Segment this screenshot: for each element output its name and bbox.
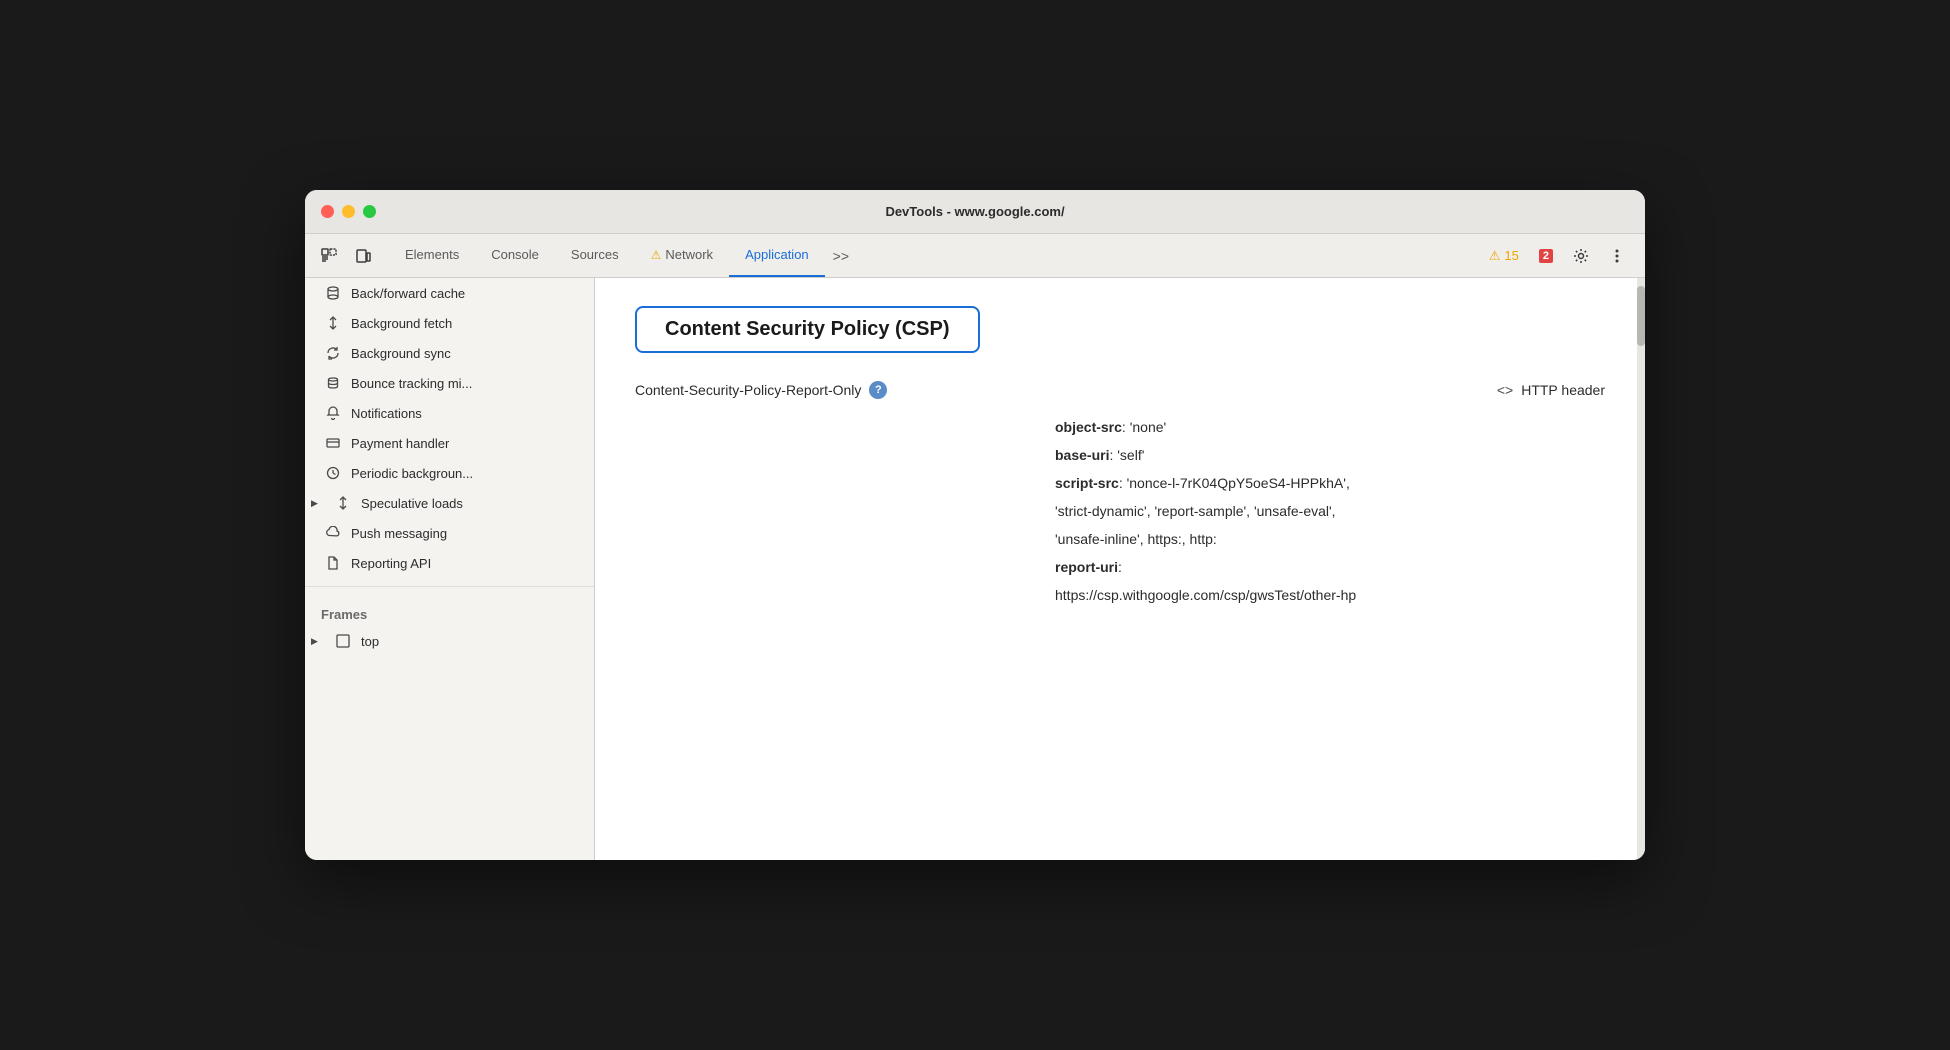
script-src-line: script-src: 'nonce-l-7rK04QpY5oeS4-HPPkh… xyxy=(1055,475,1605,491)
scrollbar-track xyxy=(1637,278,1645,860)
close-button[interactable] xyxy=(321,205,334,218)
sidebar-item-back-forward-cache[interactable]: Back/forward cache xyxy=(305,278,594,308)
arrows-updown-icon xyxy=(325,315,341,331)
sidebar-item-frames-top[interactable]: ▶ top xyxy=(305,626,594,656)
bell-icon xyxy=(325,405,341,421)
sidebar-item-bounce-tracking-label: Bounce tracking mi... xyxy=(351,376,472,391)
title-bar: DevTools - www.google.com/ xyxy=(305,190,1645,234)
base-uri-line: base-uri: 'self' xyxy=(1055,447,1605,463)
tab-console[interactable]: Console xyxy=(475,234,555,277)
sidebar-item-push-messaging[interactable]: Push messaging xyxy=(305,518,594,548)
sidebar-item-push-messaging-label: Push messaging xyxy=(351,526,447,541)
sidebar-item-periodic-background-label: Periodic backgroun... xyxy=(351,466,473,481)
settings-button[interactable] xyxy=(1565,240,1597,272)
sidebar-item-reporting-api[interactable]: Reporting API xyxy=(305,548,594,578)
cylinder-icon xyxy=(325,285,341,301)
sidebar-item-periodic-background[interactable]: Periodic backgroun... xyxy=(305,458,594,488)
sidebar-item-frames-top-label: top xyxy=(361,634,379,649)
error-count-button[interactable]: 2 xyxy=(1531,245,1561,267)
sidebar-item-reporting-api-label: Reporting API xyxy=(351,556,431,571)
device-toolbar-button[interactable] xyxy=(347,240,379,272)
csp-title: Content Security Policy (CSP) xyxy=(665,318,950,340)
report-uri-line: report-uri: xyxy=(1055,559,1605,575)
sidebar-item-notifications-label: Notifications xyxy=(351,406,422,421)
sidebar: Back/forward cache Background fetch xyxy=(305,278,595,860)
scrollbar-thumb[interactable] xyxy=(1637,286,1645,346)
expand-arrow-icon: ▶ xyxy=(311,498,325,509)
http-header-row: <> HTTP header xyxy=(1497,382,1605,398)
toolbar: Elements Console Sources ⚠ Network Appli… xyxy=(305,234,1645,278)
sync-icon xyxy=(325,345,341,361)
sidebar-item-background-sync[interactable]: Background sync xyxy=(305,338,594,368)
main-content: Back/forward cache Background fetch xyxy=(305,278,1645,860)
inspect-element-button[interactable] xyxy=(313,240,345,272)
tab-elements[interactable]: Elements xyxy=(389,234,475,277)
speculative-icon xyxy=(335,495,351,511)
maximize-button[interactable] xyxy=(363,205,376,218)
code-brackets-icon: <> xyxy=(1497,382,1513,398)
window-title: DevTools - www.google.com/ xyxy=(885,204,1064,219)
csp-title-box: Content Security Policy (CSP) xyxy=(635,306,980,353)
card-icon xyxy=(325,435,341,451)
sidebar-item-bounce-tracking[interactable]: Bounce tracking mi... xyxy=(305,368,594,398)
sidebar-item-background-sync-label: Background sync xyxy=(351,346,451,361)
frames-section-header: Frames xyxy=(305,595,594,626)
main-panel: Content Security Policy (CSP) Content-Se… xyxy=(595,278,1645,860)
tab-application[interactable]: Application xyxy=(729,234,825,277)
frames-expand-icon: ▶ xyxy=(311,636,325,647)
network-warning-icon: ⚠ xyxy=(651,248,662,262)
sidebar-item-payment-handler[interactable]: Payment handler xyxy=(305,428,594,458)
warning-count-button[interactable]: ⚠ 15 xyxy=(1481,244,1527,268)
db-icon xyxy=(325,375,341,391)
script-src-key: script-src xyxy=(1055,475,1119,491)
sidebar-item-back-forward-label: Back/forward cache xyxy=(351,286,465,301)
cloud-icon xyxy=(325,525,341,541)
traffic-lights xyxy=(321,205,376,218)
more-options-button[interactable] xyxy=(1601,240,1633,272)
policy-name: Content-Security-Policy-Report-Only xyxy=(635,382,861,398)
document-icon xyxy=(325,555,341,571)
report-uri-value: https://csp.withgoogle.com/csp/gwsTest/o… xyxy=(1055,587,1605,603)
tab-sources[interactable]: Sources xyxy=(555,234,635,277)
frame-icon xyxy=(335,633,351,649)
sidebar-item-payment-handler-label: Payment handler xyxy=(351,436,449,451)
script-src-continued1: 'strict-dynamic', 'report-sample', 'unsa… xyxy=(1055,503,1605,519)
toolbar-right: ⚠ 15 2 xyxy=(1481,240,1637,272)
devtools-window: DevTools - www.google.com/ Elements Cons… xyxy=(305,190,1645,860)
policy-name-row: Content-Security-Policy-Report-Only ? <>… xyxy=(635,381,1605,399)
sidebar-item-speculative-loads-label: Speculative loads xyxy=(361,496,463,511)
object-src-line: object-src: 'none' xyxy=(1055,419,1605,435)
tab-network[interactable]: ⚠ Network xyxy=(635,234,729,277)
warning-triangle-icon: ⚠ xyxy=(1489,248,1501,264)
sidebar-item-speculative-loads[interactable]: ▶ Speculative loads xyxy=(305,488,594,518)
error-icon: 2 xyxy=(1539,249,1553,263)
minimize-button[interactable] xyxy=(342,205,355,218)
report-uri-key: report-uri xyxy=(1055,559,1118,575)
base-uri-key: base-uri xyxy=(1055,447,1109,463)
more-tabs-button[interactable]: >> xyxy=(825,234,857,277)
sidebar-item-background-fetch-label: Background fetch xyxy=(351,316,452,331)
sidebar-item-notifications[interactable]: Notifications xyxy=(305,398,594,428)
object-src-key: object-src xyxy=(1055,419,1122,435)
tab-list: Elements Console Sources ⚠ Network Appli… xyxy=(389,234,1479,277)
script-src-continued2: 'unsafe-inline', https:, http: xyxy=(1055,531,1605,547)
policy-details: object-src: 'none' base-uri: 'self' scri… xyxy=(1055,419,1605,603)
sidebar-item-background-fetch[interactable]: Background fetch xyxy=(305,308,594,338)
info-icon[interactable]: ? xyxy=(869,381,887,399)
clock-icon xyxy=(325,465,341,481)
http-header-label: HTTP header xyxy=(1521,382,1605,398)
